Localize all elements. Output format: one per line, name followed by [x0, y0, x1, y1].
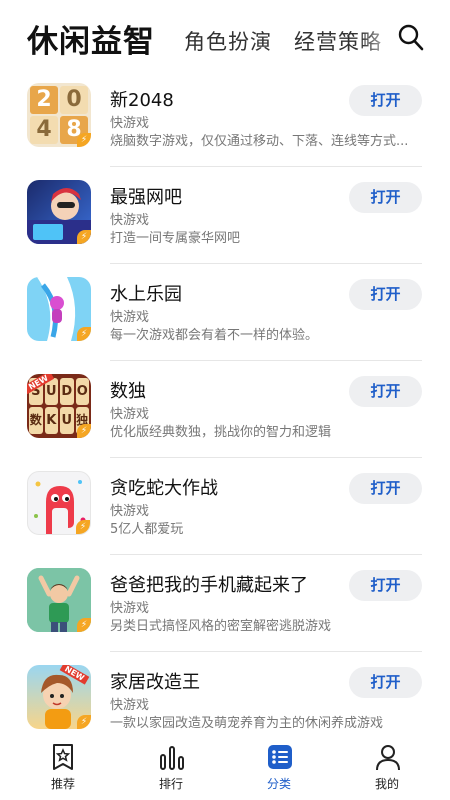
app-description: 5亿人都爱玩	[110, 522, 184, 537]
app-title: 贪吃蛇大作战	[110, 478, 218, 499]
gamer-character-icon: ⚡	[27, 180, 91, 244]
app-description: 烧脑数字游戏，仅仅通过移动、下落、连线等方式...	[110, 134, 409, 149]
tab-role-playing[interactable]: 角色扮演	[184, 26, 272, 56]
home-girl-icon: NEW ⚡	[27, 665, 91, 729]
list-item[interactable]: ⚡ 贪吃蛇大作战 快游戏 5亿人都爱玩 打开	[0, 458, 450, 555]
open-button[interactable]: 打开	[349, 376, 422, 407]
app-subtitle: 快游戏	[110, 213, 150, 228]
open-button[interactable]: 打开	[349, 473, 422, 504]
open-button[interactable]: 打开	[349, 667, 422, 698]
app-subtitle: 快游戏	[110, 698, 150, 713]
app-description: 一款以家园改造及萌宠养育为主的休闲养成游戏	[110, 716, 384, 731]
app-title: 水上乐园	[110, 284, 182, 305]
open-button[interactable]: 打开	[349, 182, 422, 213]
open-button[interactable]: 打开	[349, 279, 422, 310]
search-icon	[398, 24, 424, 51]
app-description: 打造一间专属豪华网吧	[110, 231, 241, 246]
app-subtitle: 快游戏	[110, 504, 150, 519]
app-title: 数独	[110, 381, 146, 402]
category-icon	[268, 745, 292, 769]
app-description: 优化版经典数独，挑战你的智力和逻辑	[110, 425, 332, 440]
app-subtitle: 快游戏	[110, 310, 150, 325]
app-subtitle: 快游戏	[110, 407, 150, 422]
nav-label: 我的	[374, 777, 399, 791]
app-subtitle: 快游戏	[110, 116, 150, 131]
quick-game-badge-icon: ⚡	[77, 230, 91, 244]
boy-character-icon: ⚡	[27, 568, 91, 632]
list-item[interactable]: NEW ⚡ 家居改造王 快游戏 一款以家园改造及萌宠养育为主的休闲养成游戏 打开	[0, 652, 450, 738]
quick-game-badge-icon: ⚡	[77, 424, 91, 438]
open-button[interactable]: 打开	[349, 570, 422, 601]
2048-tiles-icon: 2 0 4 8 ⚡	[27, 83, 91, 147]
ranking-icon	[160, 746, 184, 770]
list-item[interactable]: ⚡ 爸爸把我的手机藏起来了 快游戏 另类日式搞怪风格的密室解密逃脱游戏 打开	[0, 555, 450, 652]
bottom-nav: 推荐 排行 分类 我的	[0, 738, 450, 800]
tab-casual-puzzle[interactable]: 休闲益智	[27, 16, 155, 61]
list-item[interactable]: 2 0 4 8 ⚡ 新2048 快游戏 烧脑数字游戏，仅仅通过移动、下落、连线等…	[0, 70, 450, 167]
list-item[interactable]: ⚡ 最强网吧 快游戏 打造一间专属豪华网吧 打开	[0, 167, 450, 264]
quick-game-badge-icon: ⚡	[76, 520, 90, 534]
recommend-icon	[53, 744, 73, 770]
quick-game-badge-icon: ⚡	[77, 618, 91, 632]
quick-game-badge-icon: ⚡	[77, 715, 91, 729]
category-tabs: 休闲益智 角色扮演 经营策略	[0, 0, 450, 78]
profile-icon	[376, 745, 400, 771]
water-slide-icon: ⚡	[27, 277, 91, 341]
nav-label: 推荐	[50, 777, 75, 791]
quick-game-badge-icon: ⚡	[77, 327, 91, 341]
nav-ranking[interactable]: 排行	[126, 738, 216, 800]
app-description: 每一次游戏都会有着不一样的体验。	[110, 328, 319, 343]
app-description: 另类日式搞怪风格的密室解密逃脱游戏	[110, 619, 332, 634]
search-button[interactable]	[390, 18, 430, 58]
nav-label: 分类	[266, 777, 291, 791]
app-title: 最强网吧	[110, 187, 182, 208]
snake-icon: ⚡	[27, 471, 91, 535]
nav-label: 排行	[158, 777, 183, 791]
nav-recommend[interactable]: 推荐	[18, 738, 108, 800]
open-button[interactable]: 打开	[349, 85, 422, 116]
list-item[interactable]: ⚡ 水上乐园 快游戏 每一次游戏都会有着不一样的体验。 打开	[0, 264, 450, 361]
list-item[interactable]: S U D O 数 K U 独 NEW ⚡ 数独 快游戏 优化版经典数独，挑战你…	[0, 361, 450, 458]
quick-game-badge-icon: ⚡	[77, 133, 91, 147]
nav-category[interactable]: 分类	[234, 738, 324, 800]
nav-profile[interactable]: 我的	[342, 738, 432, 800]
sudoku-tiles-icon: S U D O 数 K U 独 NEW ⚡	[27, 374, 91, 438]
game-list: 2 0 4 8 ⚡ 新2048 快游戏 烧脑数字游戏，仅仅通过移动、下落、连线等…	[0, 70, 450, 738]
app-title: 爸爸把我的手机藏起来了	[110, 575, 308, 596]
app-title: 家居改造王	[110, 672, 200, 693]
app-title: 新2048	[110, 90, 174, 111]
app-subtitle: 快游戏	[110, 601, 150, 616]
